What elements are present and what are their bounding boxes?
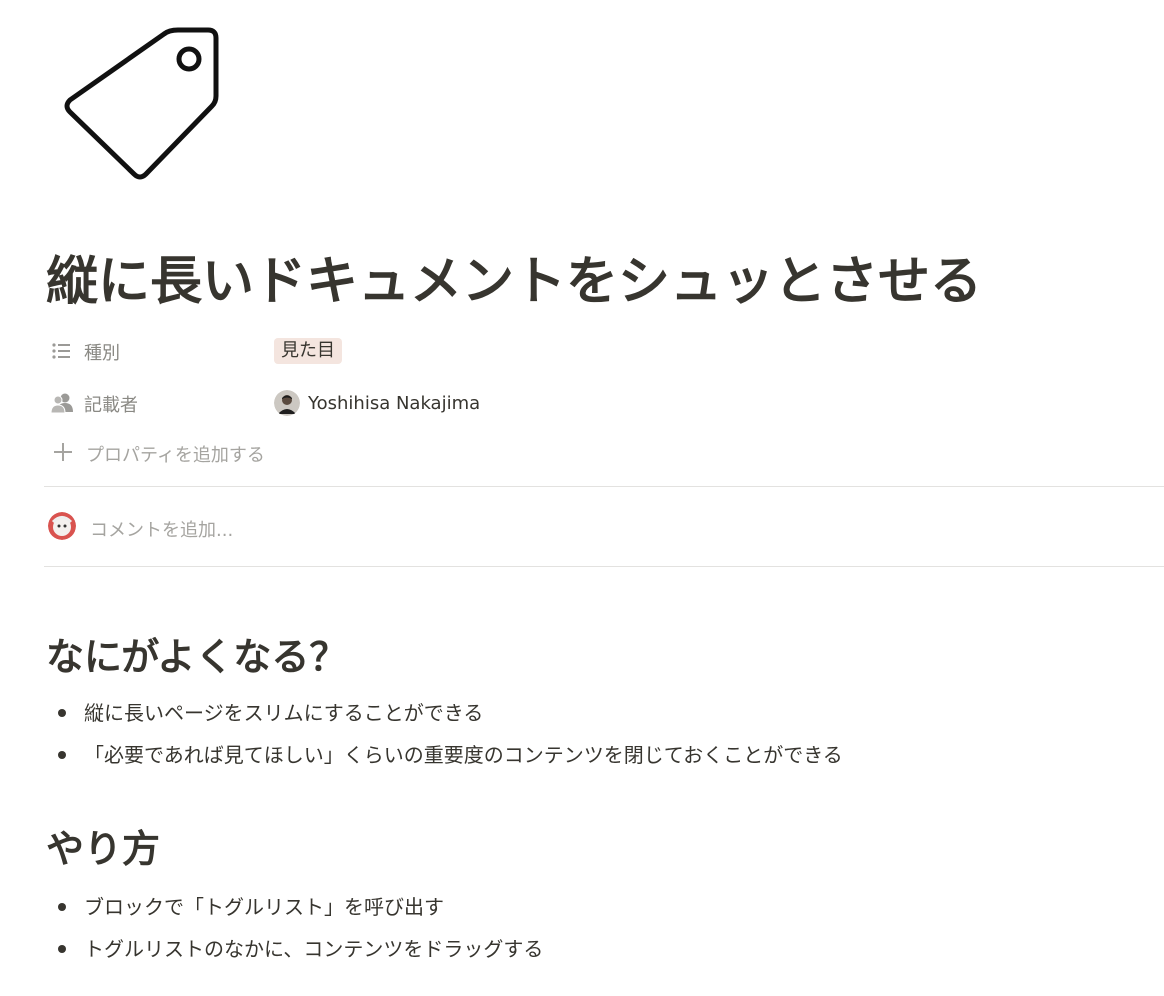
property-row-type[interactable]: 種別 見た目 <box>50 336 750 366</box>
bullet-icon <box>58 945 66 953</box>
page-title[interactable]: 縦に長いドキュメントをシュッとさせる <box>46 246 982 318</box>
tag-badge: 見た目 <box>274 338 342 364</box>
property-value[interactable]: Yoshihisa Nakajima <box>274 388 480 418</box>
price-tag-icon[interactable] <box>58 22 226 190</box>
section-heading[interactable]: なにがよくなる？ <box>46 632 347 682</box>
bullet-icon <box>58 751 66 759</box>
comment-row[interactable]: コメントを追加... <box>48 512 648 542</box>
divider <box>44 486 1164 487</box>
comment-input[interactable]: コメントを追加... <box>90 516 233 542</box>
bullet-icon <box>58 709 66 717</box>
add-property-label: プロパティを追加する <box>86 445 265 466</box>
avatar <box>274 390 300 416</box>
list-item-text: ブロックで「トグルリスト」を呼び出す <box>84 895 444 919</box>
bullet-icon <box>58 903 66 911</box>
list-item-text: トグルリストのなかに、コンテンツをドラッグする <box>84 937 544 961</box>
divider <box>44 566 1164 567</box>
property-label: 種別 <box>84 343 120 364</box>
list-icon <box>50 340 74 362</box>
person-chip[interactable]: Yoshihisa Nakajima <box>274 390 480 416</box>
avatar <box>48 512 76 540</box>
property-label: 記載者 <box>84 395 138 416</box>
plus-icon <box>52 441 74 463</box>
list-item-text: 縦に長いページをスリムにすることができる <box>84 701 484 725</box>
property-row-author[interactable]: 記載者 Yoshihisa Nakajima <box>50 388 750 418</box>
property-value[interactable]: 見た目 <box>274 336 342 366</box>
add-property-button[interactable]: プロパティを追加する <box>50 438 450 468</box>
people-icon <box>50 392 74 414</box>
person-name: Yoshihisa Nakajima <box>308 392 481 414</box>
list-item-text: 「必要であれば見てほしい」くらいの重要度のコンテンツを閉じておくことができる <box>84 743 843 767</box>
section-heading[interactable]: やり方 <box>46 824 160 874</box>
